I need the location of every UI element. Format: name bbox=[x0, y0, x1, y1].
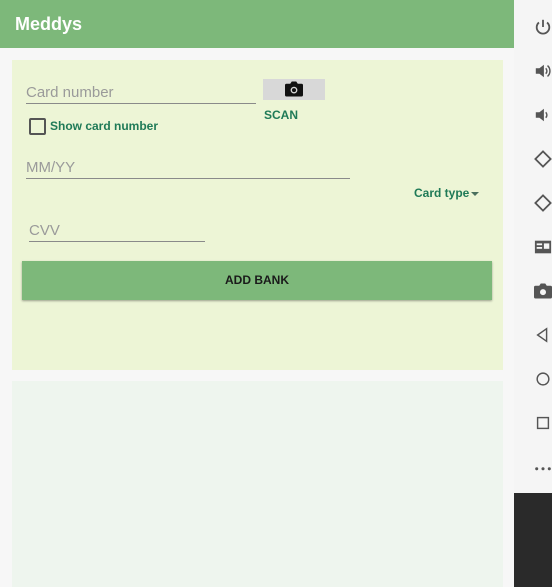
camera-icon[interactable] bbox=[514, 278, 552, 306]
cvv-field[interactable]: CVV bbox=[29, 222, 60, 239]
media-icon[interactable] bbox=[514, 234, 552, 262]
scan-camera-button[interactable] bbox=[263, 79, 325, 100]
back-icon[interactable] bbox=[514, 322, 552, 350]
card-type-dropdown[interactable]: Card type bbox=[414, 186, 480, 200]
app-title: Meddys bbox=[15, 14, 83, 34]
add-bank-card: Card number SCAN Show card number MM/YY … bbox=[12, 60, 503, 370]
volume-up-icon[interactable] bbox=[514, 58, 552, 86]
add-bank-button[interactable]: ADD BANK bbox=[22, 261, 492, 300]
camera-icon bbox=[285, 81, 303, 97]
rotate-left-icon[interactable] bbox=[514, 146, 552, 174]
empty-list-panel bbox=[12, 381, 503, 587]
scan-button[interactable]: SCAN bbox=[264, 108, 298, 122]
desktop-background bbox=[514, 493, 552, 587]
power-icon[interactable] bbox=[514, 14, 552, 42]
recents-icon[interactable] bbox=[514, 410, 552, 438]
expiry-field[interactable]: MM/YY bbox=[26, 159, 75, 176]
card-number-underline bbox=[26, 103, 256, 104]
show-card-number-checkbox[interactable] bbox=[29, 118, 46, 135]
rotate-right-icon[interactable] bbox=[514, 190, 552, 218]
caret-down-icon bbox=[471, 191, 480, 196]
emulator-toolbar bbox=[514, 0, 552, 493]
volume-down-icon[interactable] bbox=[514, 102, 552, 130]
cvv-underline bbox=[29, 241, 205, 242]
app-bar: Meddys bbox=[0, 0, 514, 48]
card-type-label: Card type bbox=[414, 186, 470, 200]
home-icon[interactable] bbox=[514, 366, 552, 394]
app-window: Meddys Card number SCAN Show card number… bbox=[0, 0, 514, 587]
card-number-field[interactable]: Card number bbox=[26, 84, 114, 101]
show-card-number-label[interactable]: Show card number bbox=[50, 119, 158, 133]
expiry-underline bbox=[26, 178, 350, 179]
more-icon[interactable] bbox=[514, 454, 552, 482]
